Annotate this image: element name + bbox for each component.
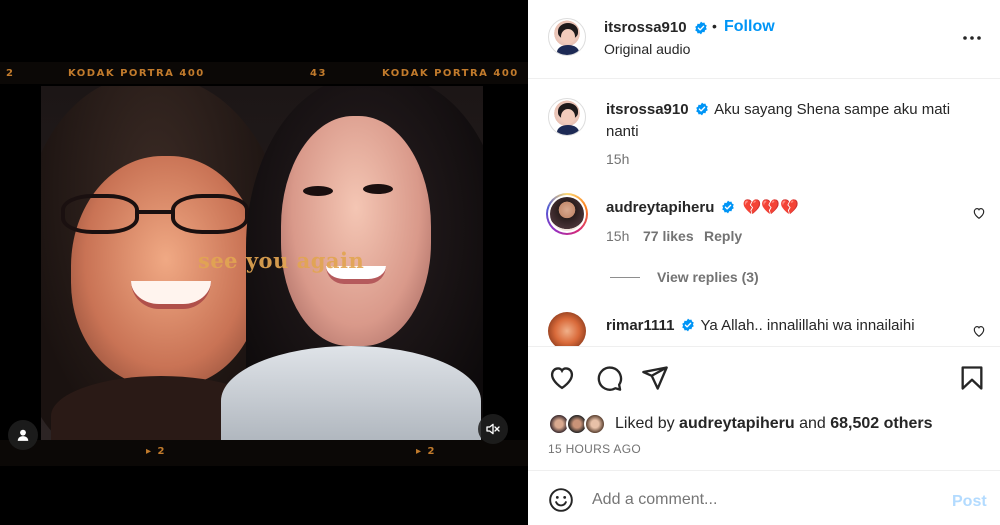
share-send-icon[interactable]: [641, 364, 669, 392]
comment-text: Ya Allah.. innalillahi wa innailaihi: [700, 317, 915, 334]
film-frame-number: 2: [6, 68, 15, 79]
verified-badge-icon: [695, 21, 707, 35]
avatar: [550, 197, 584, 231]
comments-list: itsrossa910 Aku sayang Shena sampe aku m…: [528, 80, 1000, 346]
liked-by-prefix: Liked by: [615, 415, 675, 432]
liked-by-username[interactable]: audreytapiheru: [679, 415, 795, 432]
like-heart-icon[interactable]: [548, 364, 576, 392]
comment-username[interactable]: itsrossa910: [606, 101, 689, 118]
separator-dot: •: [712, 18, 717, 34]
comment-time[interactable]: 15h: [606, 151, 629, 167]
post-actions: Liked by audreytapiheru and 68,502 other…: [528, 346, 1000, 470]
verified-badge-icon: [681, 318, 694, 332]
comment-text: 💔💔💔: [742, 199, 799, 216]
post-media[interactable]: 2 KODAK PORTRA 400 43 KODAK PORTRA 400 s…: [0, 0, 528, 525]
film-brand-label: KODAK PORTRA 400: [382, 68, 519, 79]
comment-time[interactable]: 15h: [606, 228, 629, 244]
avatar[interactable]: [548, 18, 586, 56]
photo-glasses: [61, 194, 251, 234]
avatar-story-ring[interactable]: [546, 193, 588, 235]
audio-label[interactable]: Original audio: [604, 41, 690, 57]
comment-text-block: rimar1111 Ya Allah.. innalillahi wa inna…: [606, 315, 946, 337]
add-comment-bar: Post: [528, 470, 1000, 525]
liked-by-summary: Liked by audreytapiheru and 68,502 other…: [615, 415, 933, 433]
film-strip-bottom: [0, 440, 528, 466]
replies-divider: [610, 277, 640, 278]
film-brand-label: KODAK PORTRA 400: [68, 68, 205, 79]
comment-like-heart-icon[interactable]: [972, 324, 986, 338]
photo-face-right: [281, 116, 431, 346]
reply-button[interactable]: Reply: [704, 228, 742, 244]
comment-like-heart-icon[interactable]: [972, 206, 986, 220]
comment-bubble-icon[interactable]: [595, 364, 623, 392]
post-photo: see you again: [41, 86, 483, 440]
liker-avatar: [584, 413, 606, 435]
user-tags-button[interactable]: [8, 420, 38, 450]
post-timestamp[interactable]: 15 HOURS AGO: [548, 442, 641, 456]
comment-likes[interactable]: 77 likes: [643, 228, 694, 244]
add-comment-input[interactable]: [592, 491, 922, 509]
bookmark-icon[interactable]: [958, 364, 986, 392]
person-icon: [17, 429, 29, 441]
mute-toggle-button[interactable]: [478, 414, 508, 444]
post-header: itsrossa910 • Follow Original audio: [528, 0, 1000, 79]
avatar[interactable]: [548, 312, 586, 346]
header-username[interactable]: itsrossa910: [604, 19, 687, 36]
likes-count-link[interactable]: 68,502 others: [830, 415, 932, 432]
view-replies-button[interactable]: View replies (3): [657, 269, 759, 285]
comment-text-block: audreytapiheru 💔💔💔: [606, 197, 946, 219]
comment-username[interactable]: audreytapiheru: [606, 199, 714, 216]
emoji-icon[interactable]: [548, 487, 574, 513]
overlay-caption: see you again: [198, 248, 365, 273]
liked-by-and: and: [799, 415, 826, 432]
photo-eye: [363, 184, 393, 194]
photo-eye: [303, 186, 333, 196]
more-horizontal-icon[interactable]: [960, 26, 984, 50]
film-frame-marker: ▸ 2: [146, 446, 166, 457]
film-frame-number: 43: [310, 68, 327, 79]
follow-button[interactable]: Follow: [724, 18, 775, 36]
verified-badge-icon: [721, 200, 734, 214]
post-comment-button[interactable]: Post: [952, 493, 987, 511]
speaker-muted-icon: [486, 423, 500, 435]
caption-text-block: itsrossa910 Aku sayang Shena sampe aku m…: [606, 99, 976, 143]
post-sidebar: itsrossa910 • Follow Original audio itsr…: [528, 0, 1000, 525]
comment-username[interactable]: rimar1111: [606, 317, 674, 334]
verified-badge-icon: [695, 102, 708, 116]
avatar[interactable]: [548, 98, 586, 136]
film-frame-marker: ▸ 2: [416, 446, 436, 457]
